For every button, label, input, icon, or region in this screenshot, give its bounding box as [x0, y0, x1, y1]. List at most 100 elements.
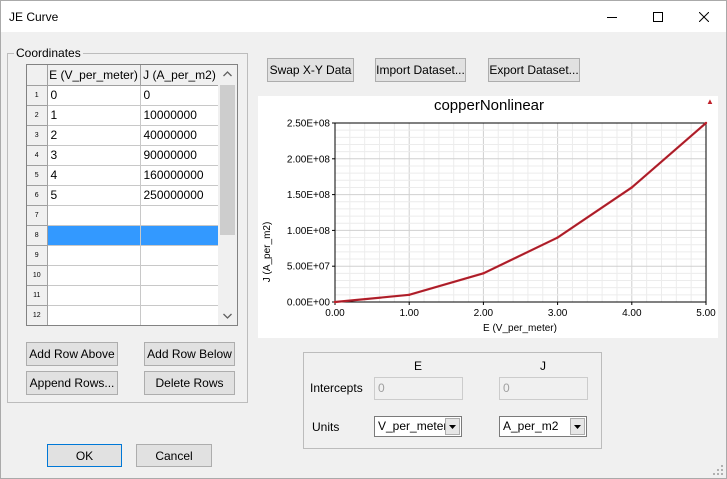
cell-e[interactable]: 1 [47, 105, 141, 126]
grid-row[interactable]: 11 [27, 285, 220, 306]
grid-row[interactable]: 3 2 40000000 [27, 125, 220, 146]
cell-e[interactable]: 4 [47, 165, 141, 186]
scroll-thumb[interactable] [220, 85, 235, 235]
grid-header-row: E (V_per_meter) J (A_per_m2) [27, 65, 220, 86]
x-tick-label: 2.00 [474, 308, 494, 319]
data-point [333, 300, 337, 304]
cell-j[interactable]: 40000000 [140, 125, 220, 146]
grid-row[interactable]: 9 [27, 245, 220, 266]
grid-scrollbar[interactable] [218, 65, 237, 325]
x-tick-label: 4.00 [622, 308, 642, 319]
row-number[interactable]: 11 [27, 285, 48, 306]
close-button[interactable] [681, 1, 727, 32]
chart-series [333, 121, 708, 304]
data-point [408, 293, 411, 297]
grid-row[interactable]: 4 3 90000000 [27, 145, 220, 166]
maximize-button[interactable] [635, 1, 681, 32]
units-j-select[interactable]: A_per_m2 [499, 416, 587, 437]
cell-j[interactable] [140, 305, 220, 325]
cell-j[interactable] [140, 245, 220, 266]
row-number[interactable]: 9 [27, 245, 48, 266]
resize-grip-icon[interactable] [713, 465, 724, 476]
append-rows-button[interactable]: Append Rows... [26, 371, 118, 395]
add-row-below-button[interactable]: Add Row Below [144, 342, 235, 366]
cell-j[interactable]: 250000000 [140, 185, 220, 206]
column-header-j[interactable]: J (A_per_m2) [140, 65, 220, 86]
cell-j[interactable]: 0 [140, 85, 220, 106]
row-number[interactable]: 6 [27, 185, 48, 206]
grid-row[interactable]: 6 5 250000000 [27, 185, 220, 206]
chart-panel[interactable]: copperNonlinear ▲ 0.00 1.00 2.00 3.00 4.00 5.… [258, 96, 718, 338]
y-tick-label: 1.00E+08 [287, 226, 331, 237]
dropdown-arrow-icon [445, 418, 460, 435]
cell-j[interactable] [140, 265, 220, 286]
grid-row[interactable]: 10 [27, 265, 220, 286]
cell-j[interactable] [140, 205, 220, 226]
column-label-j: J [540, 359, 546, 373]
y-tick-label: 2.00E+08 [287, 154, 331, 165]
cell-j[interactable] [140, 285, 220, 306]
grid-row[interactable]: 7 [27, 205, 220, 226]
je-curve-dialog: JE Curve Coordinates E (V_per_meter) J (… [0, 0, 727, 479]
cell-e[interactable] [47, 285, 141, 306]
add-row-above-button[interactable]: Add Row Above [26, 342, 118, 366]
intercept-e-field[interactable]: 0 [374, 377, 463, 400]
y-tick-label: 0.00E+00 [287, 298, 331, 309]
intercept-j-field[interactable]: 0 [499, 377, 588, 400]
swap-xy-button[interactable]: Swap X-Y Data [267, 58, 354, 82]
x-tick-label: 5.00 [696, 308, 716, 319]
plot-frame [334, 122, 707, 303]
cell-j[interactable] [140, 225, 220, 246]
scroll-down-button[interactable] [218, 307, 237, 325]
cell-e[interactable]: 5 [47, 185, 141, 206]
window-title: JE Curve [9, 10, 59, 24]
column-header-e[interactable]: E (V_per_meter) [47, 65, 141, 86]
cell-e[interactable]: 3 [47, 145, 141, 166]
maximize-icon [653, 11, 663, 22]
row-number[interactable]: 2 [27, 105, 48, 126]
minimize-button[interactable] [589, 1, 635, 32]
grid-row[interactable]: 100 [27, 85, 220, 106]
grid-row[interactable]: 5 4 160000000 [27, 165, 220, 186]
chart-title: copperNonlinear [434, 97, 544, 114]
grid-row[interactable]: 2 1 10000000 [27, 105, 220, 126]
grid-row[interactable]: 12 [27, 305, 220, 325]
y-tick-label: 1.50E+08 [287, 190, 331, 201]
row-number[interactable]: 3 [27, 125, 48, 146]
cell-j[interactable]: 160000000 [140, 165, 220, 186]
column-label-e: E [414, 359, 423, 373]
cancel-button[interactable]: Cancel [136, 444, 212, 467]
minimize-icon [607, 16, 617, 18]
row-number[interactable]: 12 [27, 305, 48, 325]
cell-e[interactable] [47, 245, 141, 266]
scroll-up-button[interactable] [218, 65, 237, 83]
units-e-select[interactable]: V_per_meter [374, 416, 462, 437]
cell-e[interactable] [47, 205, 141, 226]
y-tick-label: 2.50E+08 [287, 119, 331, 130]
delete-rows-button[interactable]: Delete Rows [144, 371, 235, 395]
je-curve-chart: copperNonlinear ▲ 0.00 1.00 2.00 3.00 4.00 5.… [262, 97, 716, 334]
close-icon [699, 11, 709, 22]
row-number[interactable]: 1 [27, 85, 48, 106]
row-number[interactable]: 4 [27, 145, 48, 166]
row-number[interactable]: 8 [27, 225, 48, 246]
export-dataset-button[interactable]: Export Dataset... [488, 58, 580, 82]
row-number[interactable]: 5 [27, 165, 48, 186]
chart-marker-icon: ▲ [706, 97, 714, 106]
chart-grid [334, 122, 707, 303]
cell-e[interactable] [47, 305, 141, 325]
cell-e[interactable]: 0 [47, 85, 141, 106]
cell-j[interactable]: 10000000 [140, 105, 220, 126]
x-axis-label: E (V_per_meter) [483, 323, 557, 334]
import-dataset-button[interactable]: Import Dataset... [375, 58, 466, 82]
cell-e[interactable] [47, 225, 141, 246]
ok-button[interactable]: OK [47, 444, 122, 467]
row-number[interactable]: 10 [27, 265, 48, 286]
cell-e[interactable]: 2 [47, 125, 141, 146]
row-number[interactable]: 7 [27, 205, 48, 226]
coordinates-grid[interactable]: E (V_per_meter) J (A_per_m2) 1 0 0 2 1 100000… [26, 64, 238, 326]
cell-j[interactable]: 90000000 [140, 145, 220, 166]
grid-row[interactable]: 8 [27, 225, 220, 246]
coordinates-label: Coordinates [14, 46, 83, 60]
cell-e[interactable] [47, 265, 141, 286]
